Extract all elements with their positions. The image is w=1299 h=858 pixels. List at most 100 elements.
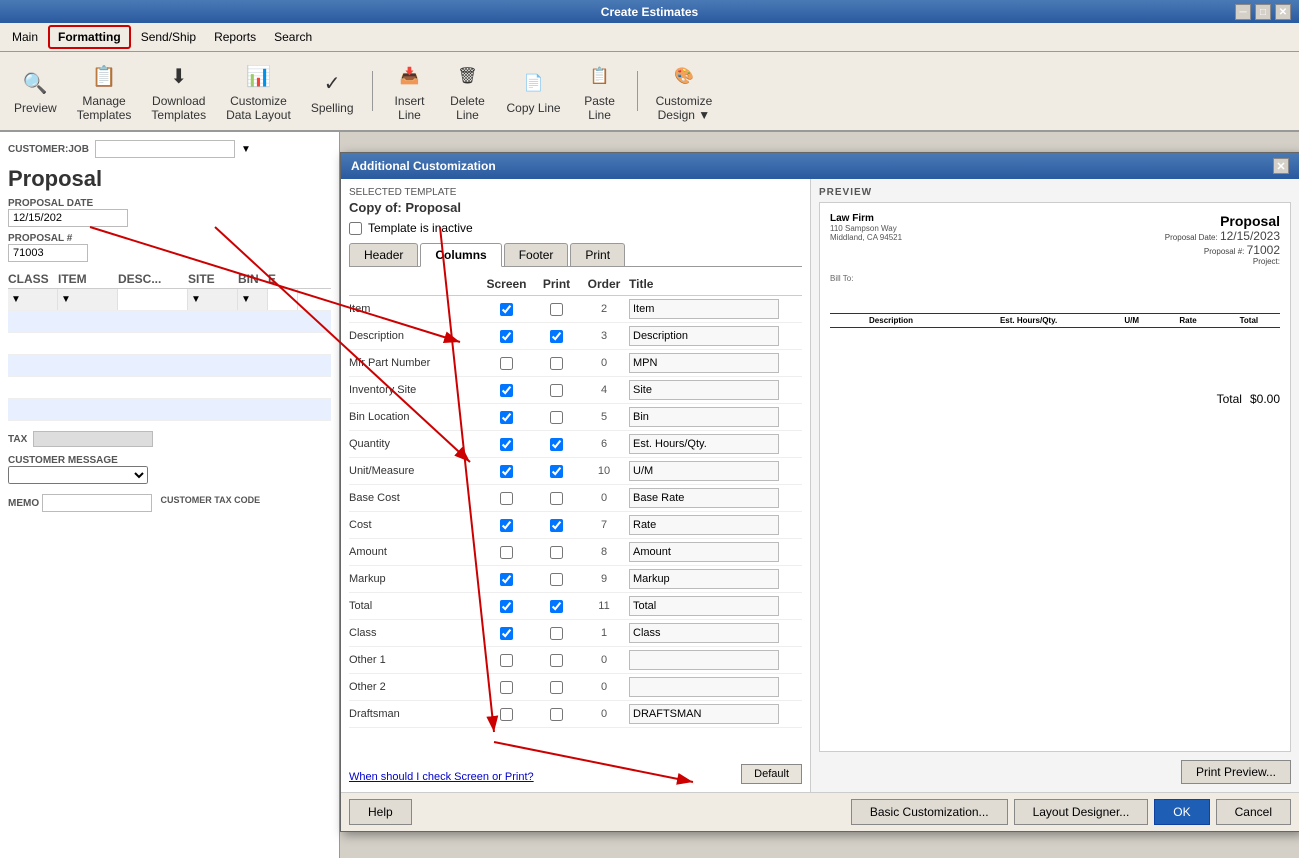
col-screen-quantity[interactable]: [479, 438, 534, 451]
col-print-description[interactable]: [534, 330, 579, 343]
proposal-num-input[interactable]: [8, 244, 88, 262]
col-print-markup[interactable]: [534, 573, 579, 586]
default-button[interactable]: Default: [741, 764, 802, 784]
col-print-item[interactable]: [534, 303, 579, 316]
col-print-total[interactable]: [534, 600, 579, 613]
col-screen-item[interactable]: [479, 303, 534, 316]
col-screen-amount[interactable]: [479, 546, 534, 559]
col-print-other1[interactable]: [534, 654, 579, 667]
col-title-draftsman[interactable]: [629, 704, 802, 724]
ok-button[interactable]: OK: [1154, 799, 1209, 825]
minimize-btn[interactable]: ─: [1235, 4, 1251, 20]
col-print-bin[interactable]: [534, 411, 579, 424]
col-screen-description[interactable]: [479, 330, 534, 343]
col-print-cost[interactable]: [534, 519, 579, 532]
col-screen-markup[interactable]: [479, 573, 534, 586]
layout-designer-button[interactable]: Layout Designer...: [1014, 799, 1149, 825]
col-title-bin[interactable]: [629, 407, 802, 427]
col-title-markup[interactable]: [629, 569, 802, 589]
col-print-inv-site[interactable]: [534, 384, 579, 397]
maximize-btn[interactable]: □: [1255, 4, 1271, 20]
col-title-description[interactable]: [629, 326, 802, 346]
dialog-close-button[interactable]: ✕: [1273, 158, 1289, 174]
paste-line-button[interactable]: 📋 Paste Line: [575, 56, 625, 126]
customize-data-layout-label: Customize Data Layout: [226, 94, 291, 122]
menu-main[interactable]: Main: [4, 27, 46, 47]
close-btn[interactable]: ✕: [1275, 4, 1291, 20]
col-screen-bin[interactable]: [479, 411, 534, 424]
menu-search[interactable]: Search: [266, 27, 320, 47]
preview-button[interactable]: 🔍 Preview: [8, 63, 63, 119]
col-print-base-cost[interactable]: [534, 492, 579, 505]
help-button[interactable]: Help: [349, 799, 412, 825]
dialog-title-bar: Additional Customization ✕: [341, 153, 1299, 179]
site-dropdown[interactable]: ▼: [188, 289, 238, 310]
customer-message-select[interactable]: [8, 466, 148, 484]
col-title-inv-site[interactable]: [629, 380, 802, 400]
col-screen-other1[interactable]: [479, 654, 534, 667]
manage-templates-button[interactable]: 📋 Manage Templates: [71, 56, 138, 126]
copy-line-button[interactable]: 📄 Copy Line: [501, 63, 567, 119]
tab-header[interactable]: Header: [349, 243, 418, 266]
menu-reports[interactable]: Reports: [206, 27, 264, 47]
col-print-amount[interactable]: [534, 546, 579, 559]
menu-formatting[interactable]: Formatting: [48, 25, 131, 49]
col-print-unit[interactable]: [534, 465, 579, 478]
col-label-other1: Other 1: [349, 654, 479, 666]
preview-col-um: U/M: [1105, 314, 1158, 328]
proposal-date-input[interactable]: [8, 209, 128, 227]
item-dropdown[interactable]: ▼: [58, 289, 118, 310]
menu-sendship[interactable]: Send/Ship: [133, 27, 204, 47]
col-screen-total[interactable]: [479, 600, 534, 613]
bin-dropdown[interactable]: ▼: [238, 289, 268, 310]
columns-scroll[interactable]: Item 2 Description 3: [349, 296, 802, 758]
col-title-item[interactable]: [629, 299, 802, 319]
customize-data-layout-button[interactable]: 📊 Customize Data Layout: [220, 56, 297, 126]
col-title-other2[interactable]: [629, 677, 802, 697]
col-screen-class[interactable]: [479, 627, 534, 640]
preview-proposal-num: 71002: [1247, 243, 1280, 257]
col-title-unit[interactable]: [629, 461, 802, 481]
customer-job-input[interactable]: [95, 140, 235, 158]
delete-line-button[interactable]: 🗑 Delete Line: [443, 56, 493, 126]
col-print-quantity[interactable]: [534, 438, 579, 451]
col-screen-inv-site[interactable]: [479, 384, 534, 397]
col-screen-mfr-part[interactable]: [479, 357, 534, 370]
col-title-class[interactable]: [629, 623, 802, 643]
insert-line-button[interactable]: 📥 Insert Line: [385, 56, 435, 126]
tab-footer[interactable]: Footer: [504, 243, 569, 266]
col-title-other1[interactable]: [629, 650, 802, 670]
class-dropdown[interactable]: ▼: [8, 289, 58, 310]
col-screen-draftsman[interactable]: [479, 708, 534, 721]
col-print-draftsman[interactable]: [534, 708, 579, 721]
col-screen-cost[interactable]: [479, 519, 534, 532]
customize-design-button[interactable]: 🎨 CustomizeDesign ▼: [650, 56, 719, 126]
col-title-amount[interactable]: [629, 542, 802, 562]
screen-print-help-link[interactable]: When should I check Screen or Print?: [349, 771, 534, 783]
grid-header: CLASS ITEM DESC... SITE BIN E: [8, 270, 331, 289]
basic-customization-button[interactable]: Basic Customization...: [851, 799, 1008, 825]
download-templates-button[interactable]: ⬇ Download Templates: [145, 56, 212, 126]
col-screen-unit[interactable]: [479, 465, 534, 478]
template-inactive-checkbox[interactable]: [349, 222, 362, 235]
col-print-class[interactable]: [534, 627, 579, 640]
col-print-other2[interactable]: [534, 681, 579, 694]
print-preview-button[interactable]: Print Preview...: [1181, 760, 1291, 784]
preview-label: PREVIEW: [819, 187, 1291, 198]
col-title-mfr-part[interactable]: [629, 353, 802, 373]
spelling-button[interactable]: ✓ Spelling: [305, 63, 360, 119]
tab-print[interactable]: Print: [570, 243, 625, 266]
memo-input[interactable]: [42, 494, 152, 512]
col-print-mfr-part[interactable]: [534, 357, 579, 370]
selected-template-label: SELECTED TEMPLATE: [349, 187, 802, 198]
col-title-quantity[interactable]: [629, 434, 802, 454]
col-screen-other2[interactable]: [479, 681, 534, 694]
tab-columns[interactable]: Columns: [420, 243, 501, 267]
cancel-button[interactable]: Cancel: [1216, 799, 1291, 825]
preview-row-empty-4: [830, 364, 1280, 376]
col-title-cost[interactable]: [629, 515, 802, 535]
col-title-total[interactable]: [629, 596, 802, 616]
col-title-base-cost[interactable]: [629, 488, 802, 508]
col-screen-base-cost[interactable]: [479, 492, 534, 505]
bottom-row: When should I check Screen or Print? Def…: [349, 764, 802, 784]
